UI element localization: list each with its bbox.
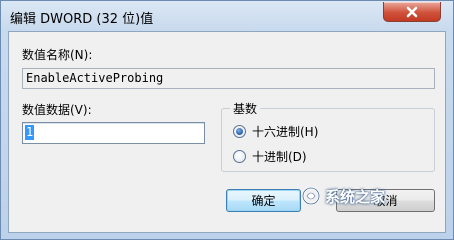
base-group-title: 基数 (230, 100, 261, 117)
title-bar[interactable]: 编辑 DWORD (32 位)值 (1, 1, 453, 31)
value-name-field[interactable]: EnableActiveProbing (22, 68, 435, 89)
radio-hexadecimal[interactable]: 十六进制(H) (233, 123, 318, 140)
ok-button[interactable]: 确定 (226, 189, 301, 212)
radio-hexadecimal-button[interactable] (233, 125, 246, 138)
dialog-body: 数值名称(N): EnableActiveProbing 数值数据(V): 1 … (8, 31, 446, 233)
value-name-label: 数值名称(N): (22, 48, 93, 62)
value-data-text: 1 (25, 125, 35, 140)
radio-decimal-button[interactable] (233, 150, 246, 163)
value-data-input[interactable]: 1 (22, 122, 205, 144)
value-data-label: 数值数据(V): (22, 103, 92, 117)
radio-hexadecimal-label: 十六进制(H) (252, 125, 319, 139)
base-groupbox: 基数 十六进制(H) 十进制(D) (221, 100, 435, 172)
window-title: 编辑 DWORD (32 位)值 (10, 12, 154, 27)
cancel-button[interactable]: 取消 (336, 189, 435, 212)
close-icon (405, 6, 419, 18)
radio-decimal[interactable]: 十进制(D) (233, 148, 307, 165)
radio-decimal-label: 十进制(D) (252, 150, 307, 164)
close-button[interactable] (383, 2, 441, 22)
dialog-window: 编辑 DWORD (32 位)值 数值名称(N): EnableActivePr… (0, 0, 454, 240)
